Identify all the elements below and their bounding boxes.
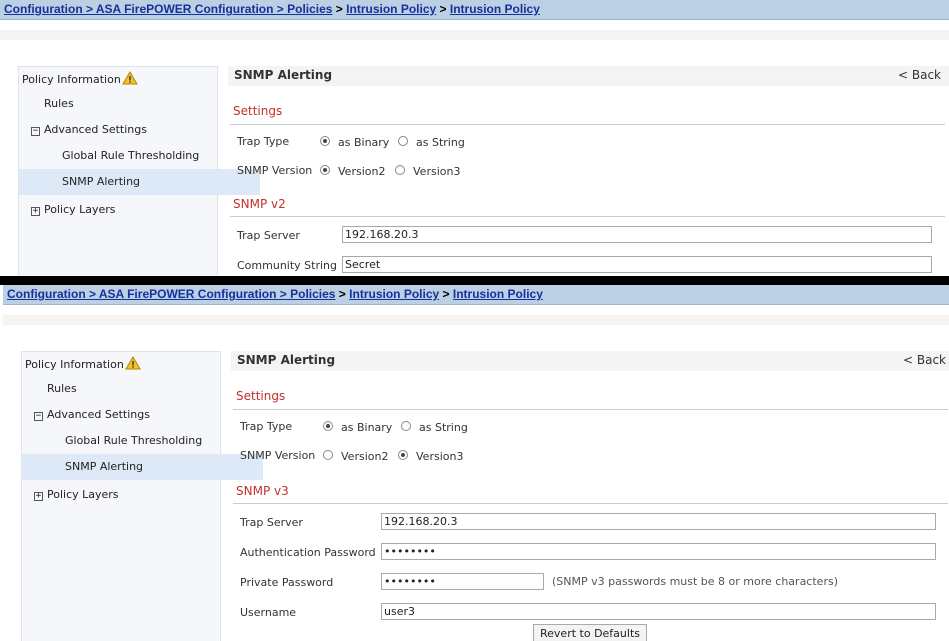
breadcrumb-link-intrusion-policy-current[interactable]: Intrusion Policy <box>453 287 543 301</box>
screenshot-divider <box>0 276 949 285</box>
trap-type-binary-radio[interactable] <box>320 136 330 146</box>
breadcrumb-link-policies[interactable]: Configuration > ASA FirePOWER Configurat… <box>4 2 332 16</box>
screenshot-panel-snmp-v2: Configuration > ASA FirePOWER Configurat… <box>0 0 949 276</box>
policy-navigation-sidebar: Policy Information Rules − Advanced Setti… <box>21 351 263 641</box>
sidebar-item-global-rule-thresholding[interactable]: Global Rule Thresholding <box>19 143 260 169</box>
community-string-input[interactable]: Secret <box>342 256 932 273</box>
breadcrumb: Configuration > ASA FirePOWER Configurat… <box>0 0 949 20</box>
sidebar-item-global-rule-thresholding[interactable]: Global Rule Thresholding <box>22 428 263 454</box>
sidebar-item-policy-layers[interactable]: + Policy Layers <box>22 482 232 508</box>
settings-heading: Settings <box>236 389 286 403</box>
version2-radio[interactable] <box>320 165 330 175</box>
collapse-icon[interactable]: − <box>34 412 43 421</box>
snmp-alerting-content: SNMP Alerting < Back Settings Trap Type … <box>228 66 949 276</box>
sidebar-item-advanced-settings[interactable]: − Advanced Settings <box>22 402 232 428</box>
version3-label[interactable]: Version3 <box>413 165 460 178</box>
sidebar-item-label: Rules <box>44 97 74 110</box>
page-title: SNMP Alerting <box>234 68 333 82</box>
sidebar-item-policy-information[interactable]: Policy Information <box>22 352 223 378</box>
breadcrumb-separator: > <box>332 2 347 16</box>
breadcrumb-link-intrusion-policy[interactable]: Intrusion Policy <box>349 287 439 301</box>
collapse-icon[interactable]: − <box>31 127 40 136</box>
breadcrumb-separator: > <box>439 287 453 301</box>
version2-label[interactable]: Version2 <box>338 165 385 178</box>
divider <box>230 124 945 125</box>
private-password-input[interactable]: •••••••• <box>381 573 544 590</box>
trap-server-input[interactable]: 192.168.20.3 <box>381 513 936 530</box>
version2-radio[interactable] <box>323 450 333 460</box>
sidebar-item-label: Global Rule Thresholding <box>62 149 200 162</box>
divider <box>233 503 948 504</box>
username-input[interactable]: user3 <box>381 603 936 620</box>
back-link[interactable]: < Back <box>898 68 941 82</box>
breadcrumb-separator: > <box>436 2 450 16</box>
sidebar-item-label: Advanced Settings <box>47 408 150 421</box>
password-length-hint: (SNMP v3 passwords must be 8 or more cha… <box>552 575 838 588</box>
sidebar-item-label: Policy Information <box>22 73 121 86</box>
trap-type-string-radio[interactable] <box>401 421 411 431</box>
divider <box>233 409 948 410</box>
sidebar-item-rules[interactable]: Rules <box>22 376 245 402</box>
authentication-password-label: Authentication Password <box>240 546 376 559</box>
community-string-label: Community String <box>237 259 337 272</box>
trap-type-binary-label[interactable]: as Binary <box>338 136 389 149</box>
revert-to-defaults-button[interactable]: Revert to Defaults <box>533 624 647 641</box>
version3-label[interactable]: Version3 <box>416 450 463 463</box>
page-title: SNMP Alerting <box>237 353 336 367</box>
content-header: SNMP Alerting < Back <box>228 66 949 86</box>
sidebar-item-label: Policy Layers <box>44 203 116 216</box>
private-password-label: Private Password <box>240 576 334 589</box>
expand-icon[interactable]: + <box>31 207 40 216</box>
trap-type-binary-label[interactable]: as Binary <box>341 421 392 434</box>
trap-server-label: Trap Server <box>240 516 303 529</box>
back-link[interactable]: < Back <box>903 353 946 367</box>
snmp-version-label: SNMP Version <box>237 164 313 177</box>
version3-radio[interactable] <box>398 450 408 460</box>
version3-radio[interactable] <box>395 165 405 175</box>
version2-label[interactable]: Version2 <box>341 450 388 463</box>
top-band <box>0 30 949 40</box>
trap-type-binary-radio[interactable] <box>323 421 333 431</box>
trap-type-label: Trap Type <box>237 135 290 148</box>
sidebar-item-label: Rules <box>47 382 77 395</box>
sidebar-item-label: SNMP Alerting <box>62 175 141 188</box>
sidebar-item-label: Advanced Settings <box>44 123 147 136</box>
policy-navigation-sidebar: Policy Information Rules − Advanced Setti… <box>18 66 260 276</box>
expand-icon[interactable]: + <box>34 492 43 501</box>
sidebar-item-snmp-alerting[interactable]: SNMP Alerting <box>22 454 263 480</box>
trap-type-label: Trap Type <box>240 420 293 433</box>
sidebar-item-policy-layers[interactable]: + Policy Layers <box>19 197 229 223</box>
authentication-password-input[interactable]: •••••••• <box>381 543 936 560</box>
breadcrumb-link-intrusion-policy[interactable]: Intrusion Policy <box>346 2 436 16</box>
sidebar-item-label: Global Rule Thresholding <box>65 434 203 447</box>
settings-heading: Settings <box>233 104 283 118</box>
trap-type-string-label[interactable]: as String <box>419 421 468 434</box>
sidebar-item-rules[interactable]: Rules <box>19 91 242 117</box>
divider <box>230 216 945 217</box>
username-label: Username <box>240 606 297 619</box>
trap-type-string-radio[interactable] <box>398 136 408 146</box>
sidebar-item-snmp-alerting[interactable]: SNMP Alerting <box>19 169 260 195</box>
trap-server-label: Trap Server <box>237 229 300 242</box>
trap-server-input[interactable]: 192.168.20.3 <box>342 226 932 243</box>
sidebar-item-label: Policy Layers <box>47 488 119 501</box>
sidebar-item-label: Policy Information <box>25 358 124 371</box>
snmp-version-label: SNMP Version <box>240 449 316 462</box>
breadcrumb-link-intrusion-policy-current[interactable]: Intrusion Policy <box>450 2 540 16</box>
breadcrumb-link-policies[interactable]: Configuration > ASA FirePOWER Configurat… <box>7 287 335 301</box>
top-band <box>3 315 949 325</box>
snmp-v3-heading: SNMP v3 <box>236 484 289 498</box>
sidebar-item-policy-information[interactable]: Policy Information <box>19 67 220 93</box>
breadcrumb: Configuration > ASA FirePOWER Configurat… <box>3 285 949 305</box>
trap-type-string-label[interactable]: as String <box>416 136 465 149</box>
sidebar-item-advanced-settings[interactable]: − Advanced Settings <box>19 117 229 143</box>
content-header: SNMP Alerting < Back <box>231 351 949 371</box>
snmp-alerting-content: SNMP Alerting < Back Settings Trap Type … <box>231 351 949 641</box>
snmp-v2-heading: SNMP v2 <box>233 197 286 211</box>
sidebar-item-label: SNMP Alerting <box>65 460 144 473</box>
screenshot-panel-snmp-v3: Configuration > ASA FirePOWER Configurat… <box>3 285 949 641</box>
breadcrumb-separator: > <box>335 287 350 301</box>
